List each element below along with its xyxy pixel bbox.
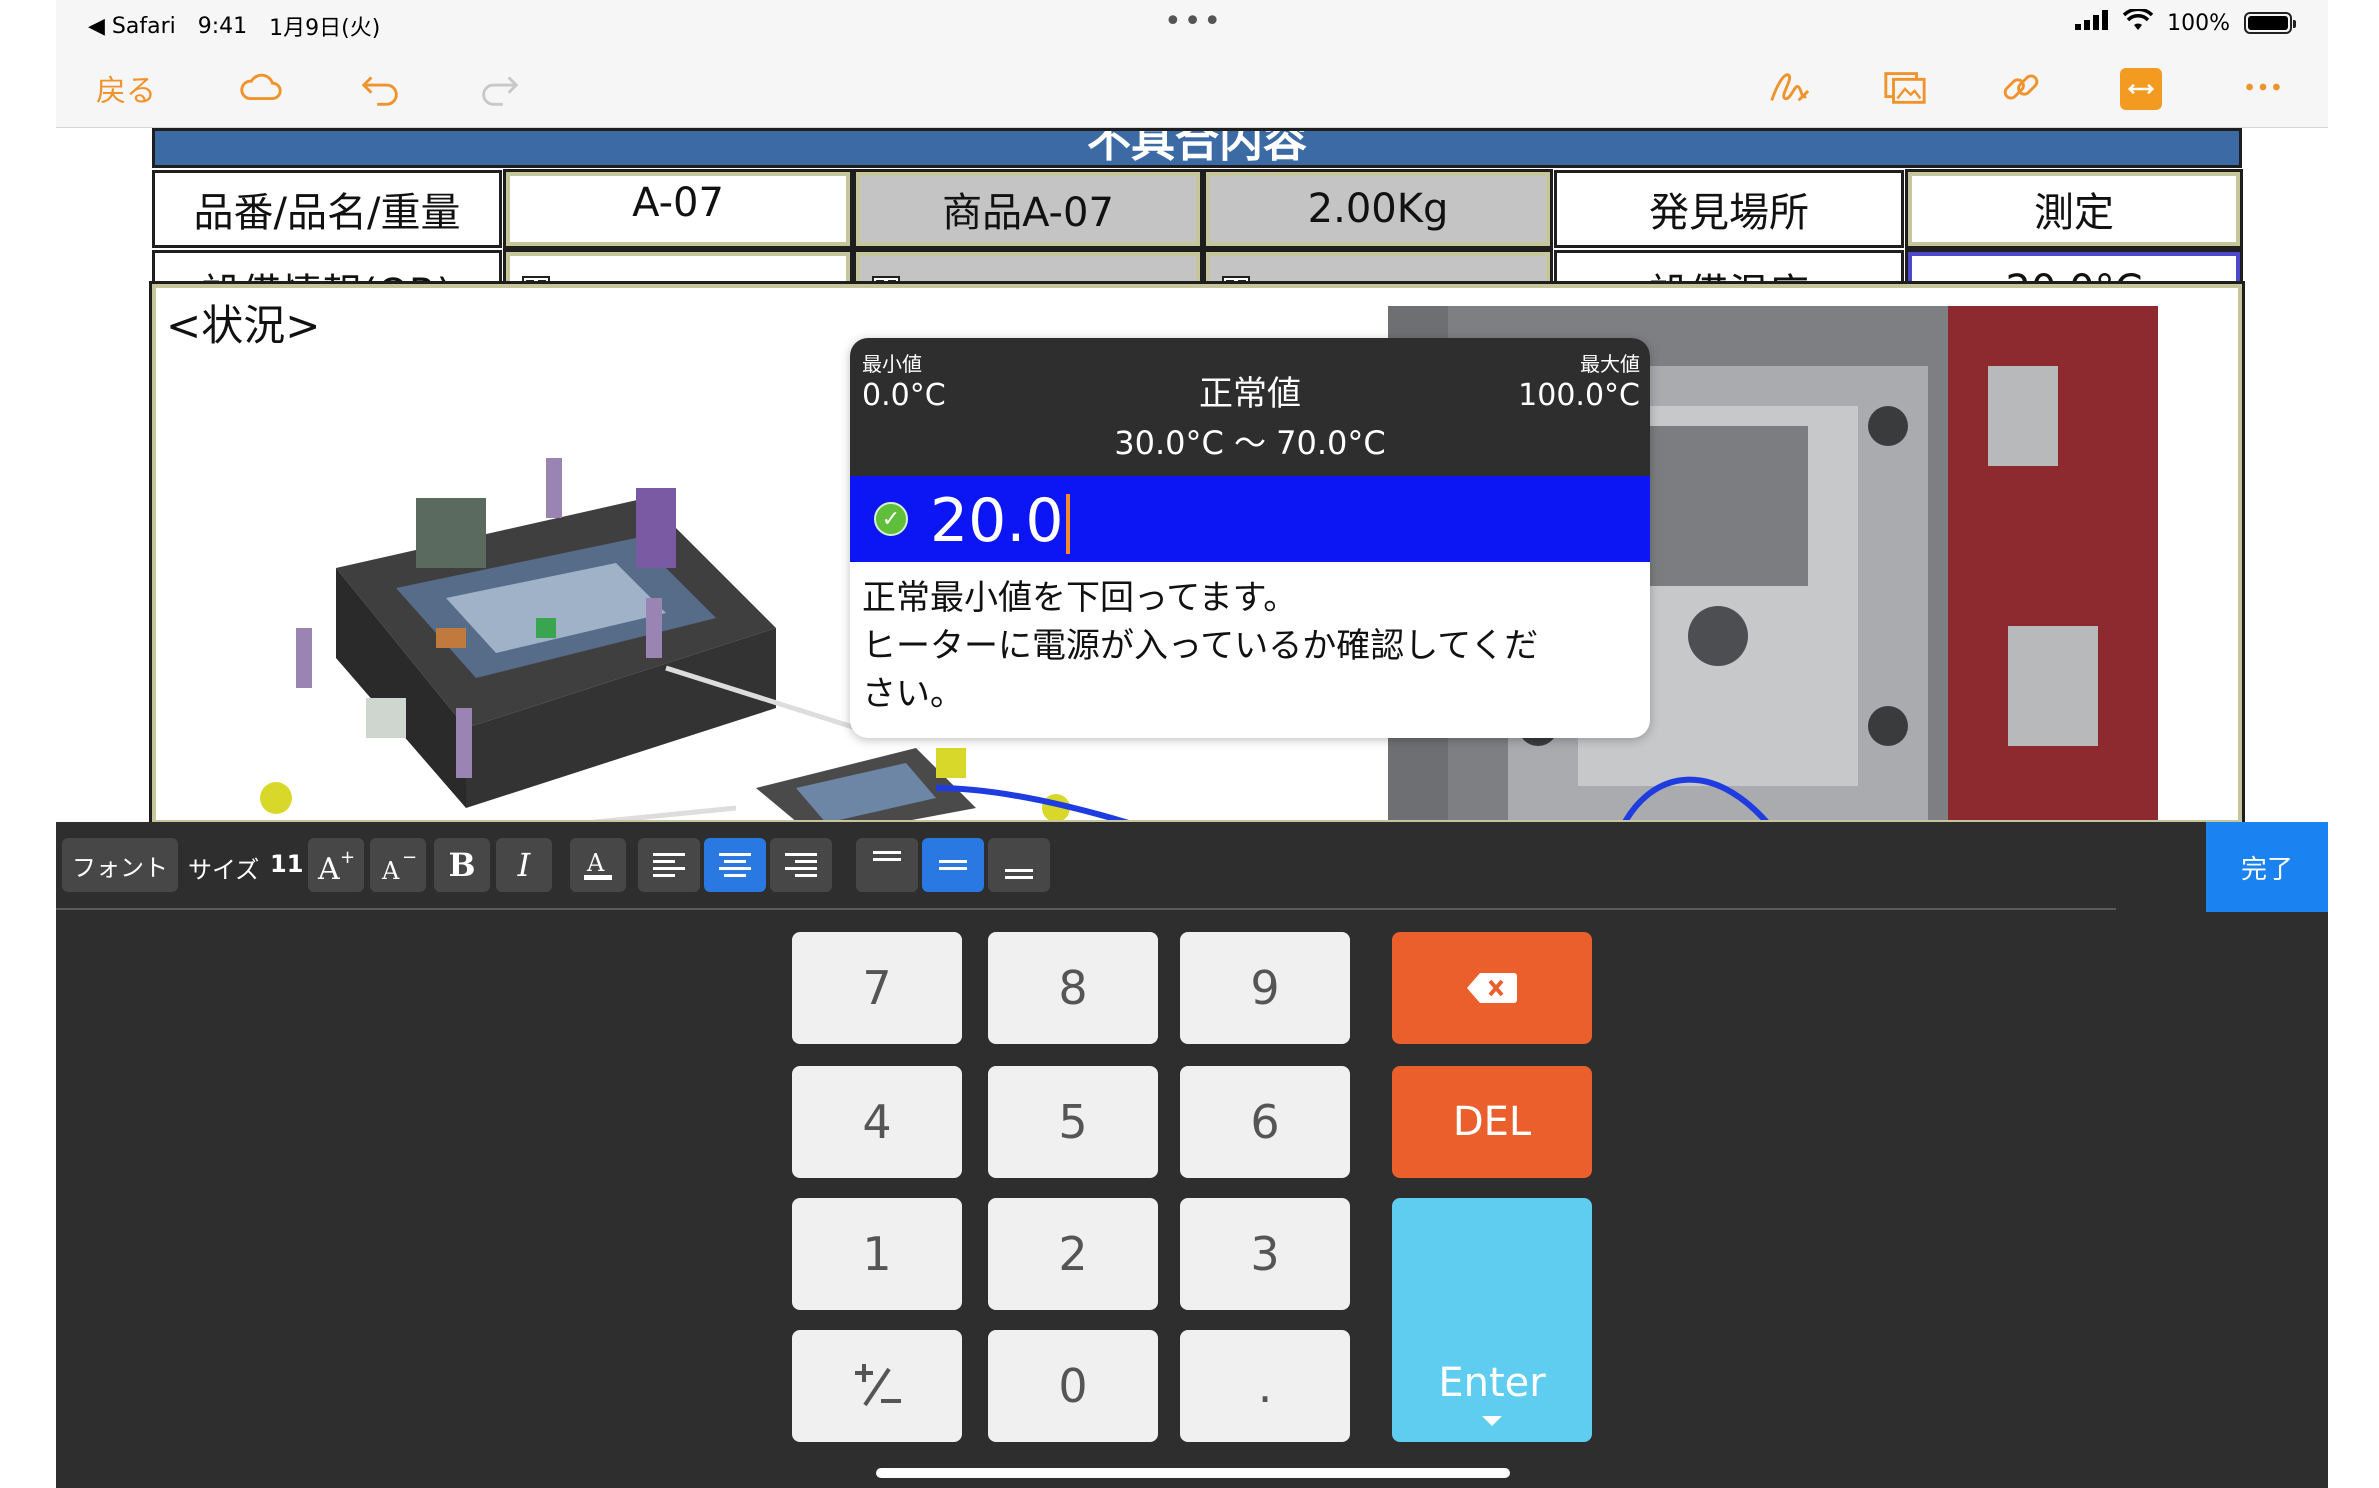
key-7[interactable]: 7 <box>792 932 962 1044</box>
svg-text:+: + <box>340 847 355 868</box>
redo-icon[interactable] <box>474 62 524 112</box>
font-button[interactable]: フォント <box>62 838 178 892</box>
valign-top-icon <box>873 851 901 861</box>
fit-width-icon[interactable] <box>2120 68 2162 110</box>
font-increase-button[interactable]: A + <box>308 838 364 892</box>
key-5[interactable]: 5 <box>988 1066 1158 1178</box>
svg-text:−: − <box>402 847 417 868</box>
handwriting-icon[interactable] <box>1764 62 1814 112</box>
cloud-icon[interactable] <box>236 62 286 112</box>
app-toolbar: 戻る <box>56 46 2328 128</box>
warning-line-2: ヒーターに電源が入っているか確認してくだ <box>862 626 1539 666</box>
font-increase-icon: A + <box>317 847 355 883</box>
align-right-button[interactable] <box>770 838 832 892</box>
part-name-cell[interactable]: 商品A-07 <box>853 169 1203 249</box>
align-right-icon <box>785 853 817 877</box>
key-3[interactable]: 3 <box>1180 1198 1350 1310</box>
input-value-text: 20.0 <box>930 486 1064 556</box>
key-0[interactable]: 0 <box>988 1330 1158 1442</box>
signal-icon <box>2075 10 2109 36</box>
enter-label: Enter <box>1438 1360 1546 1406</box>
part-number-cell[interactable]: A-07 <box>503 169 853 249</box>
svg-text:A: A <box>317 852 340 883</box>
more-icon[interactable] <box>2238 62 2288 112</box>
plus-minus-button[interactable] <box>792 1330 962 1442</box>
toolbar-divider <box>56 908 2116 910</box>
backspace-button[interactable] <box>1392 932 1592 1044</box>
location-label: 発見場所 <box>1554 170 1904 248</box>
bold-button[interactable]: B <box>434 838 490 892</box>
align-left-button[interactable] <box>638 838 700 892</box>
size-label: サイズ <box>188 856 260 884</box>
range-info-panel: 最小値 0.0°C 正常値 30.0°C ～ 70.0°C 最大値 100.0°… <box>850 338 1650 476</box>
temperature-input-popup: 最小値 0.0°C 正常値 30.0°C ～ 70.0°C 最大値 100.0°… <box>850 338 1650 738</box>
svg-text:A: A <box>381 857 400 883</box>
wifi-icon <box>2122 7 2154 37</box>
link-icon[interactable] <box>1996 62 2046 112</box>
undo-icon[interactable] <box>356 62 406 112</box>
backspace-icon <box>1467 973 1517 1003</box>
back-to-app-link[interactable]: ◀ Safari <box>88 14 176 39</box>
font-decrease-button[interactable]: A − <box>370 838 426 892</box>
home-indicator[interactable] <box>876 1468 1510 1478</box>
text-color-button[interactable]: A <box>570 838 626 892</box>
warning-message: 正常最小値を下回ってます。 ヒーターに電源が入っているか確認してくだ さい。 <box>862 574 1642 718</box>
sheet-title: 不具合内容 <box>1087 128 1307 167</box>
status-time: 9:41 <box>197 13 248 39</box>
back-button[interactable]: 戻る <box>96 66 156 110</box>
value-input[interactable]: ✓ 20.0 <box>850 476 1650 562</box>
align-center-button[interactable] <box>704 838 766 892</box>
italic-button[interactable]: I <box>496 838 552 892</box>
valign-top-button[interactable] <box>856 838 918 892</box>
image-icon[interactable] <box>1880 62 1930 112</box>
valign-middle-icon <box>939 860 967 870</box>
done-button[interactable]: 完了 <box>2206 822 2328 912</box>
text-caret <box>1065 494 1070 555</box>
max-label: 最大値 <box>1580 352 1640 376</box>
valign-bottom-button[interactable] <box>988 838 1050 892</box>
multitasking-dots-icon[interactable]: ••• <box>1164 4 1223 39</box>
part-info-label: 品番/品名/重量 <box>152 170 502 248</box>
battery-percent: 100% <box>2167 10 2230 36</box>
key-decimal[interactable]: . <box>1180 1330 1350 1442</box>
location-cell[interactable]: 測定 <box>1905 169 2243 249</box>
plus-minus-icon <box>855 1364 901 1407</box>
ipad-screen: ◀ Safari 9:41 1月9日(火) ••• 100% 戻る 不具合内容 … <box>56 0 2328 1488</box>
situation-label: <状況> <box>166 301 321 350</box>
status-bar: ◀ Safari 9:41 1月9日(火) ••• 100% <box>56 0 2328 46</box>
align-center-icon <box>719 853 751 877</box>
weight-cell[interactable]: 2.00Kg <box>1203 169 1553 249</box>
font-decrease-icon: A − <box>381 847 417 883</box>
svg-text:A: A <box>586 849 605 877</box>
battery-icon <box>2244 12 2296 34</box>
key-1[interactable]: 1 <box>792 1198 962 1310</box>
status-date: 1月9日(火) <box>269 16 381 41</box>
key-4[interactable]: 4 <box>792 1066 962 1178</box>
key-9[interactable]: 9 <box>1180 932 1350 1044</box>
max-value: 100.0°C <box>1518 378 1640 413</box>
normal-range: 30.0°C ～ 70.0°C <box>1114 424 1386 462</box>
check-icon: ✓ <box>874 502 908 536</box>
delete-button[interactable]: DEL <box>1392 1066 1592 1178</box>
align-left-icon <box>653 853 685 877</box>
valign-middle-button[interactable] <box>922 838 984 892</box>
sheet-title-band: 不具合内容 <box>152 128 2242 168</box>
key-2[interactable]: 2 <box>988 1198 1158 1310</box>
key-8[interactable]: 8 <box>988 932 1158 1044</box>
chevron-down-icon <box>1482 1416 1502 1426</box>
size-value[interactable]: 11 <box>270 850 303 878</box>
warning-line-3: さい。 <box>862 674 964 714</box>
enter-button[interactable]: Enter <box>1392 1198 1592 1442</box>
valign-bottom-icon <box>1005 869 1033 879</box>
format-toolbar: フォント サイズ 11 A + A − B I A 完了 <box>56 822 2328 912</box>
warning-line-1: 正常最小値を下回ってます。 <box>862 578 1298 618</box>
text-color-icon: A <box>584 849 612 880</box>
numeric-keypad: 7 8 9 4 5 6 DEL 1 2 3 Enter 0 . <box>56 912 2328 1488</box>
key-6[interactable]: 6 <box>1180 1066 1350 1178</box>
